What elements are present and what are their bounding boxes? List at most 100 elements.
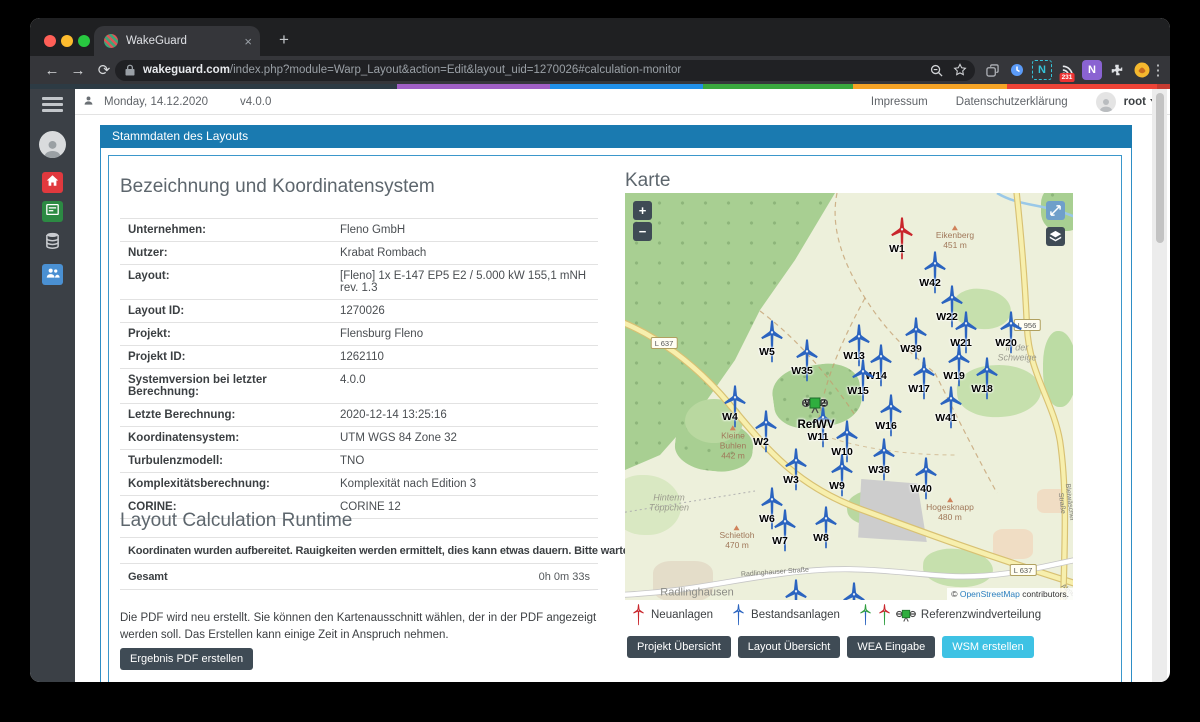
url-text: wakeguard.com/index.php?module=Warp_Layo… — [143, 64, 922, 76]
traffic-close-button[interactable] — [44, 35, 56, 47]
turbine-W18[interactable] — [972, 357, 1002, 406]
app-sidebar — [30, 89, 75, 682]
app-version: v4.0.0 — [240, 96, 271, 108]
wea-eingabe-button[interactable]: WEA Eingabe — [847, 636, 935, 658]
turbine-W2[interactable] — [751, 410, 781, 459]
wsm-erstellen-button[interactable]: WSM erstellen — [942, 636, 1034, 658]
notion-extension-icon[interactable]: N — [1082, 60, 1102, 80]
refwv-label: RefWV — [797, 419, 834, 431]
turbine-W35[interactable] — [792, 339, 822, 388]
turbine-label: W4 — [722, 411, 738, 423]
turbine-W38[interactable] — [869, 438, 899, 487]
map-layers-button[interactable] — [1046, 227, 1065, 246]
datenschutz-link[interactable]: Datenschutzerklärung — [956, 96, 1068, 108]
refwv-marker-icon[interactable] — [802, 395, 828, 420]
layers-icon — [1049, 230, 1062, 243]
pages-extension-icon[interactable] — [982, 60, 1002, 80]
browser-tab[interactable]: WakeGuard × — [94, 26, 260, 56]
row-value: TNO — [340, 455, 364, 467]
user-avatar[interactable] — [1096, 92, 1116, 112]
turbine-label: W1 — [889, 243, 905, 255]
turbine-W16[interactable] — [876, 394, 906, 443]
desktop: WakeGuard × + ← → ⟳ wakeguard.com/index.… — [0, 0, 1200, 722]
road-ref-badge: L 637 — [651, 337, 678, 349]
turbine-W9[interactable] — [827, 454, 857, 503]
tab-close-icon[interactable]: × — [244, 34, 252, 49]
turbine-W40[interactable] — [911, 457, 941, 506]
map-fullscreen-button[interactable] — [1046, 201, 1065, 220]
turbine-W41[interactable] — [936, 386, 966, 435]
puzzle-extension-icon[interactable] — [1107, 60, 1127, 80]
runtime-label: Koordinaten wurden aufbereitet. Rauigkei… — [128, 545, 638, 557]
turbine-label: W8 — [813, 532, 829, 544]
runtime-row: Gesamt0h 0m 33s — [120, 563, 598, 589]
sidebar-item-home[interactable] — [42, 172, 63, 193]
browser-tabstrip: WakeGuard × + — [30, 18, 1170, 56]
map-zoom-out-button[interactable]: − — [633, 222, 652, 241]
table-row: Turbulenzmodell:TNO — [120, 449, 598, 472]
page-scrollbar[interactable] — [1152, 89, 1167, 682]
layout-bersicht-button[interactable]: Layout Übersicht — [738, 636, 841, 658]
row-value: Flensburg Fleno — [340, 328, 423, 340]
turbine-label: W41 — [935, 412, 957, 424]
sidebar-item-database[interactable] — [42, 232, 63, 253]
turbine-W1[interactable] — [887, 217, 917, 266]
turbine-W8[interactable] — [811, 506, 841, 555]
forward-icon[interactable]: → — [66, 56, 90, 84]
map[interactable]: Eikenberg 451 mKleine Buhlen 442 mSchiet… — [625, 193, 1073, 600]
turbine-unlabeled[interactable] — [781, 579, 811, 600]
list-icon — [46, 203, 59, 221]
section-heading-map: Karte — [625, 170, 670, 192]
app-topbar: Monday, 14.12.2020 v4.0.0 Impressum Date… — [75, 89, 1170, 115]
map-zoom-in-button[interactable]: + — [633, 201, 652, 220]
browser-toolbar: ← → ⟳ wakeguard.com/index.php?module=War… — [30, 56, 1170, 84]
scrollbar-thumb[interactable] — [1156, 93, 1164, 243]
bookmark-star-icon[interactable] — [953, 63, 967, 77]
turbine-label: W19 — [943, 370, 965, 382]
clock-extension-icon[interactable] — [1007, 60, 1027, 80]
turbine-W17[interactable] — [909, 357, 939, 406]
row-value: 1262110 — [340, 351, 384, 363]
sidebar-item-users[interactable] — [42, 264, 63, 285]
projekt-bersicht-button[interactable]: Projekt Übersicht — [627, 636, 731, 658]
home-icon — [46, 174, 59, 192]
turbine-label: W2 — [753, 436, 769, 448]
map-legend: NeuanlagenBestandsanlagenReferenzwindver… — [627, 604, 1055, 626]
traffic-minimize-button[interactable] — [61, 35, 73, 47]
turbine-W7[interactable] — [770, 509, 800, 558]
legend-calc-a-turbine-icon — [858, 604, 873, 626]
zoom-search-icon[interactable] — [930, 64, 943, 77]
browser-window: WakeGuard × + ← → ⟳ wakeguard.com/index.… — [30, 18, 1170, 682]
app-date: Monday, 14.12.2020 — [104, 96, 208, 108]
kebab-menu-icon[interactable]: ⋮ — [1146, 56, 1170, 84]
table-row: Letzte Berechnung:2020-12-14 13:25:16 — [120, 403, 598, 426]
turbine-label: W11 — [807, 431, 828, 443]
turbine-W5[interactable] — [757, 320, 787, 369]
turbine-label: W9 — [829, 480, 845, 492]
turbine-W4[interactable] — [720, 385, 750, 434]
turbine-unlabeled[interactable] — [839, 582, 869, 600]
n-dashed-extension-icon[interactable]: N — [1032, 60, 1052, 80]
impressum-link[interactable]: Impressum — [871, 96, 928, 108]
hamburger-menu-icon[interactable] — [42, 97, 63, 115]
legend-refwv-turbine-icon — [896, 608, 916, 623]
feed-extension-icon[interactable]: 231 — [1057, 60, 1077, 80]
traffic-zoom-button[interactable] — [78, 35, 90, 47]
new-tab-button[interactable]: + — [270, 26, 298, 54]
sidebar-avatar[interactable] — [39, 131, 66, 158]
turbine-W20[interactable] — [996, 311, 1026, 360]
reload-icon[interactable]: ⟳ — [92, 56, 116, 84]
back-icon[interactable]: ← — [40, 56, 64, 84]
layout-info-table: Unternehmen:Fleno GmbHNutzer:Krabat Romb… — [120, 218, 598, 519]
create-pdf-button[interactable]: Ergebnis PDF erstellen — [120, 648, 253, 670]
lock-icon — [125, 64, 135, 76]
sidebar-item-list[interactable] — [42, 201, 63, 222]
osm-link[interactable]: OpenStreetMap — [960, 589, 1020, 599]
turbine-label: W15 — [847, 385, 869, 397]
turbine-label: W17 — [908, 383, 930, 395]
turbine-W15[interactable] — [848, 359, 878, 408]
runtime-value: 0h 0m 33s — [539, 571, 590, 583]
turbine-label: W3 — [783, 474, 799, 486]
tab-title: WakeGuard — [126, 35, 238, 47]
address-bar[interactable]: wakeguard.com/index.php?module=Warp_Layo… — [115, 60, 975, 81]
